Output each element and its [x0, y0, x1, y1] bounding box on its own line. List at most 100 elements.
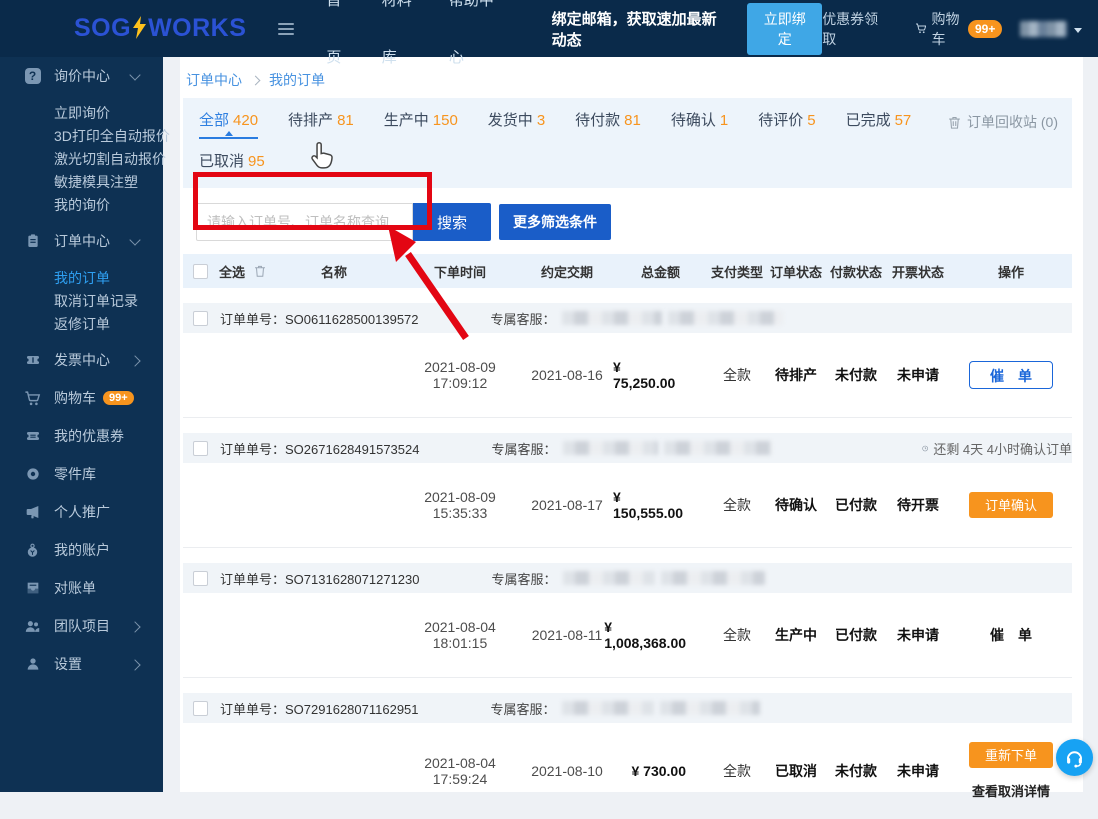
row-checkbox[interactable]	[193, 570, 208, 586]
tab-shipping[interactable]: 发货中 3	[488, 109, 545, 139]
headset-icon	[1066, 751, 1083, 768]
view-cancel-details-link[interactable]: 查看取消详情	[972, 781, 1050, 800]
sidebar-item-parts-library[interactable]: 零件库	[0, 455, 163, 493]
row-checkbox[interactable]	[193, 700, 208, 716]
top-header: SOG WORKS 首页 材料库 帮助中心 绑定邮箱，获取速加最新动态 立即绑定…	[0, 0, 1098, 66]
invoice-status: 未申请	[897, 763, 939, 779]
col-name: 名称	[320, 264, 347, 280]
invoice-status: 未申请	[897, 627, 939, 643]
tab-pending-review[interactable]: 待评价 5	[758, 109, 815, 139]
order-number: SO2671628491573524	[285, 441, 420, 457]
sidebar-subitem-label: 立即询价	[54, 104, 110, 121]
coupon-icon	[24, 428, 41, 445]
order-block: 订单单号：SO2671628491573524 专属客服： 还剩 4天 4小时确…	[183, 433, 1072, 548]
row-checkbox[interactable]	[193, 310, 208, 326]
logo-text-right: WORKS	[148, 14, 247, 42]
order-number: SO0611628500139572	[285, 311, 419, 327]
logo-text-left: SOG	[74, 14, 132, 42]
sidebar-item-my-account[interactable]: 我的账户	[0, 531, 163, 569]
sidebar-item-label: 询价中心	[54, 68, 110, 84]
tab-pending-confirmation[interactable]: 待确认 1	[671, 109, 728, 139]
coupon-claim-link[interactable]: 优惠券领取	[822, 9, 880, 49]
table-row[interactable]: 2021-08-09 15:35:33 2021-08-17 ¥ 150,555…	[183, 463, 1072, 547]
tab-completed[interactable]: 已完成 57	[846, 109, 912, 139]
invoice-status: 待开票	[897, 497, 939, 513]
sidebar-item-personal-promotion[interactable]: 个人推广	[0, 493, 163, 531]
more-filters-button[interactable]: 更多筛选条件	[499, 204, 611, 240]
pay-type: 全款	[723, 627, 751, 643]
urge-order-button[interactable]: 催 单	[969, 361, 1053, 389]
urge-order-text[interactable]: 催 单	[990, 627, 1032, 643]
invoice-icon	[24, 352, 41, 369]
sidebar-item-repair-orders[interactable]: 返修订单	[0, 312, 163, 335]
pay-status: 未付款	[835, 763, 877, 779]
customer-service-button[interactable]	[1056, 739, 1093, 776]
trash-icon[interactable]	[253, 264, 267, 278]
search-input[interactable]	[196, 203, 413, 241]
col-invoice-status: 开票状态	[891, 264, 944, 280]
tab-pending-scheduling[interactable]: 待排产 81	[288, 109, 354, 139]
person-icon	[24, 656, 41, 673]
sidebar-item-label: 团队项目	[54, 618, 110, 634]
search-button[interactable]: 搜索	[413, 203, 491, 241]
tab-all[interactable]: 全部 420	[199, 109, 259, 139]
table-row[interactable]: 2021-08-04 18:01:15 2021-08-11 ¥ 1,008,3…	[183, 593, 1072, 677]
breadcrumb-order-center[interactable]: 订单中心	[186, 70, 242, 90]
sidebar-item-my-orders[interactable]: 我的订单	[0, 266, 163, 289]
sidebar-item-cancelled-orders[interactable]: 取消订单记录	[0, 289, 163, 312]
sidebar-item-my-coupons[interactable]: 我的优惠券	[0, 417, 163, 455]
order-status: 待排产	[775, 367, 817, 383]
clock-icon	[922, 445, 928, 451]
sogaworks-logo[interactable]: SOG WORKS	[74, 14, 246, 43]
sidebar-item-inquire-now[interactable]: 立即询价	[0, 101, 163, 124]
sidebar-item-statements[interactable]: 对账单	[0, 569, 163, 607]
sidebar-item-inquiry-center[interactable]: ? 询价中心	[0, 57, 163, 95]
sidebar-item-rapid-mold[interactable]: 敏捷模具注塑	[0, 170, 163, 193]
hamburger-menu-icon[interactable]	[278, 22, 295, 35]
row-checkbox[interactable]	[193, 440, 208, 456]
sidebar-item-order-center[interactable]: 订单中心	[0, 222, 163, 260]
user-dropdown-caret-icon[interactable]	[1074, 27, 1083, 33]
order-group-header: 订单单号：SO7131628071271230 专属客服：	[183, 563, 1072, 593]
select-all-checkbox[interactable]	[193, 263, 208, 279]
inquiry-icon: ?	[24, 68, 41, 85]
pay-type: 全款	[723, 497, 751, 513]
tab-cancelled[interactable]: 已取消 95	[199, 150, 265, 178]
sidebar-item-cart[interactable]: 购物车 99+	[0, 379, 163, 417]
table-row[interactable]: 2021-08-09 17:09:12 2021-08-16 ¥ 75,250.…	[183, 333, 1072, 417]
sidebar-item-settings[interactable]: 设置	[0, 645, 163, 683]
bind-now-button[interactable]: 立即绑定	[747, 2, 823, 55]
sidebar-item-laser-cut-quote[interactable]: 激光切割自动报价	[0, 147, 166, 170]
sidebar-subitem-label: 我的询价	[54, 196, 110, 213]
order-recycle-bin-button[interactable]: 订单回收站 (0)	[947, 112, 1058, 132]
username-blurred[interactable]	[1020, 20, 1068, 37]
confirm-order-button[interactable]: 订单确认	[969, 492, 1053, 518]
invoice-status: 未申请	[897, 367, 939, 383]
sidebar-item-3d-print-quote[interactable]: 3D打印全自动报价	[0, 124, 170, 147]
nav-materials[interactable]: 材料库	[366, 0, 433, 86]
service-agent-blurred	[561, 701, 654, 715]
order-no-label: 订单单号：	[220, 311, 286, 327]
sidebar-subitem-label: 3D打印全自动报价	[54, 127, 170, 144]
cart-icon	[915, 23, 926, 34]
search-row: 搜索 更多筛选条件	[196, 203, 1072, 241]
table-row[interactable]: 2021-08-04 17:59:24 2021-08-10 ¥ 730.00 …	[183, 723, 1072, 819]
sidebar-item-team-projects[interactable]: 团队项目	[0, 607, 163, 645]
reorder-button[interactable]: 重新下单	[969, 742, 1053, 768]
pay-status: 已付款	[835, 497, 877, 513]
team-icon	[24, 618, 41, 635]
order-amount: ¥ 75,250.00	[613, 359, 676, 391]
nut-icon	[24, 466, 41, 483]
tab-in-production[interactable]: 生产中 150	[384, 109, 458, 139]
nav-help-center[interactable]: 帮助中心	[433, 0, 512, 86]
header-cart-button[interactable]: 购物车 99+	[915, 9, 1003, 49]
nav-home[interactable]: 首页	[310, 0, 365, 86]
chevron-right-icon	[129, 659, 141, 671]
col-order-status: 订单状态	[769, 264, 822, 280]
tab-pending-payment[interactable]: 待付款 81	[575, 109, 641, 139]
recycle-bin-label: 订单回收站 (0)	[967, 114, 1058, 130]
sidebar-subitem-label: 激光切割自动报价	[54, 150, 166, 167]
sidebar-item-invoice-center[interactable]: 发票中心	[0, 341, 163, 379]
order-amount: ¥ 730.00	[631, 763, 687, 779]
sidebar-item-my-inquiries[interactable]: 我的询价	[0, 193, 163, 216]
